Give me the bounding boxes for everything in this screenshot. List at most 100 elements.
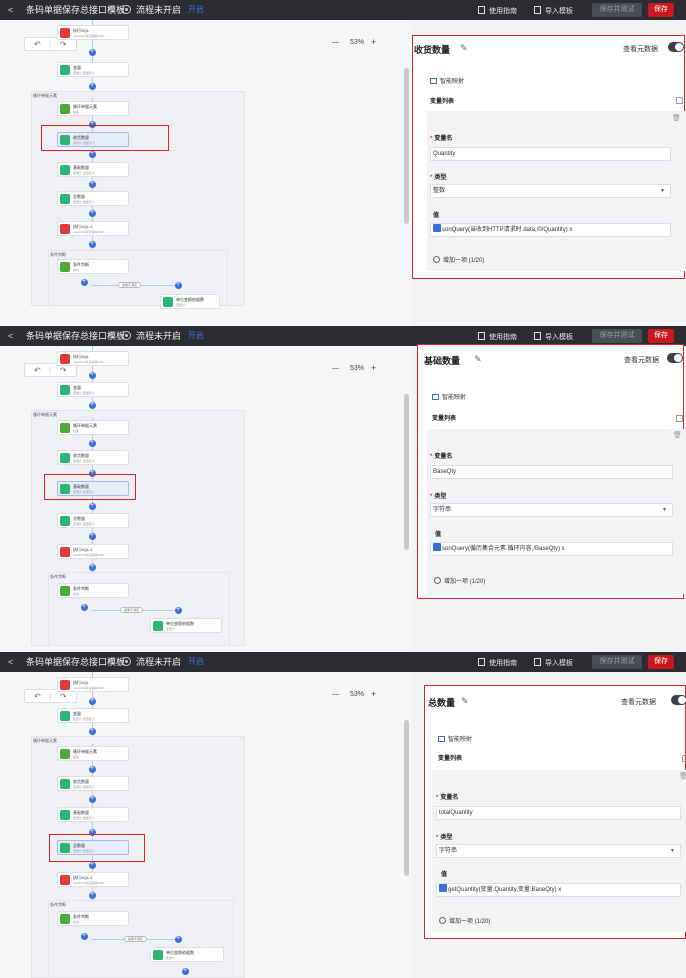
add-node-icon[interactable] <box>182 967 189 975</box>
add-node-icon[interactable] <box>89 371 96 379</box>
add-node-icon[interactable] <box>89 795 96 803</box>
zoom-out-button[interactable]: — <box>332 38 339 47</box>
flow-node[interactable]: 单位变换依据数 变量计 <box>150 618 222 633</box>
save-test-button[interactable]: 保存并测试 <box>592 655 642 669</box>
canvas-scrollbar[interactable] <box>404 720 409 876</box>
variable-name-input[interactable]: BaseQty <box>430 465 673 479</box>
trash-icon[interactable]: 🗑 <box>673 431 682 439</box>
collapse-icon[interactable] <box>676 415 683 422</box>
add-node-icon[interactable] <box>89 180 96 188</box>
add-node-icon[interactable] <box>81 932 88 940</box>
save-test-button[interactable]: 保存并测试 <box>592 329 642 343</box>
open-link[interactable]: 开启 <box>188 331 204 341</box>
redo-icon[interactable]: ↷ <box>60 40 67 49</box>
add-node-icon[interactable] <box>89 697 96 705</box>
trash-icon[interactable]: 🗑 <box>672 114 681 122</box>
pencil-icon[interactable]: ✎ <box>460 43 468 54</box>
flow-node[interactable]: 循环单据元素 结束 <box>57 746 129 761</box>
undo-icon[interactable]: ↶ <box>34 40 41 49</box>
flow-node[interactable]: 变量 变量计·变量定义 <box>57 62 129 77</box>
smart-mapping-button[interactable]: 智能映射 <box>432 392 466 401</box>
flow-node[interactable]: 总数量 变量计·变量定义 <box>57 513 129 528</box>
flow-canvas[interactable]: ↶ | ↷ — 53% + 执行SQLJsonPath对应编码SWF... 变量… <box>0 20 412 326</box>
zoom-in-button[interactable]: + <box>371 690 376 699</box>
flow-node[interactable]: 总数量 变量计·变量定义 <box>57 191 129 206</box>
open-link[interactable]: 开启 <box>188 5 204 15</box>
guide-button[interactable]: 使用指南 <box>478 658 517 668</box>
value-expression-input[interactable]: getQuantity(变量.Quantity,变量.BaseQty) x <box>436 883 681 897</box>
flow-node[interactable]: 单位变换依据数 变量计 <box>160 294 220 309</box>
canvas-scrollbar[interactable] <box>404 68 409 224</box>
flow-node[interactable]: 条件判断 成功 <box>57 911 129 926</box>
add-node-icon[interactable] <box>89 150 96 158</box>
add-node-icon[interactable] <box>89 532 96 540</box>
add-node-icon[interactable] <box>89 209 96 217</box>
flow-node[interactable]: 循环单据元素 结束 <box>57 101 129 116</box>
add-node-icon[interactable] <box>89 439 96 447</box>
flow-canvas[interactable]: ↶ | ↷ — 53% + 执行SQLJsonPath对应编码SWF... 变量… <box>0 672 412 978</box>
add-node-icon[interactable] <box>89 765 96 773</box>
collapse-icon[interactable] <box>676 97 683 104</box>
zoom-in-button[interactable]: + <box>371 364 376 373</box>
pencil-icon[interactable]: ✎ <box>108 657 115 666</box>
save-test-button[interactable]: 保存并测试 <box>592 3 642 17</box>
metadata-toggle[interactable] <box>668 42 684 52</box>
flow-node[interactable]: 变量 变量计·变量定义 <box>57 708 129 723</box>
add-node-icon[interactable] <box>175 281 182 289</box>
chevron-left-icon[interactable]: < <box>8 5 13 15</box>
flow-node[interactable]: 基础数量 变量计·变量定义 <box>57 807 129 822</box>
flow-node[interactable]: 执行SQL-1 JsonPath对应编码SWF... <box>57 544 129 559</box>
save-button[interactable]: 保存 <box>648 329 674 343</box>
canvas-scrollbar[interactable] <box>404 394 409 550</box>
type-select[interactable]: 字符串 ▼ <box>430 503 673 517</box>
add-node-icon[interactable] <box>89 861 96 869</box>
variable-name-input[interactable]: Quantity <box>430 147 671 161</box>
undo-icon[interactable]: ↶ <box>34 366 41 375</box>
open-link[interactable]: 开启 <box>188 657 204 667</box>
save-button[interactable]: 保存 <box>648 655 674 669</box>
pencil-icon[interactable]: ✎ <box>108 331 115 340</box>
flow-node[interactable]: 循环单据元素 结束 <box>57 420 129 435</box>
metadata-toggle[interactable] <box>671 695 686 705</box>
add-node-icon[interactable] <box>175 606 182 614</box>
value-expression-input[interactable]: sonQuery(循历集合元素.循环内容,/BaseQty) x <box>430 542 673 556</box>
metadata-toggle[interactable] <box>667 353 683 363</box>
flow-node[interactable]: 执行SQL-1 JsonPath对应编码SWF... <box>57 221 129 236</box>
flow-node[interactable]: 单位变换依据数 变量计 <box>150 947 224 962</box>
flow-node[interactable]: 变量 变量计·变量定义 <box>57 382 129 397</box>
pencil-icon[interactable]: ✎ <box>474 354 482 365</box>
flow-node[interactable]: 收货数量 变量计·变量定义 <box>57 776 129 791</box>
flow-node[interactable]: 执行SQL-1 JsonPath对应编码SWF... <box>57 872 129 887</box>
redo-icon[interactable]: ↷ <box>60 692 67 701</box>
zoom-in-button[interactable]: + <box>371 38 376 47</box>
add-node-icon[interactable] <box>89 48 96 56</box>
chevron-left-icon[interactable]: < <box>8 331 13 341</box>
add-item-button[interactable]: 增加一项 (1/20) <box>439 916 490 925</box>
pencil-icon[interactable]: ✎ <box>461 696 469 707</box>
flow-node[interactable]: 执行SQL JsonPath对应编码SWF... <box>57 677 129 692</box>
flow-node[interactable]: 条件判断 成功 <box>57 583 129 598</box>
flow-node[interactable]: 执行SQL JsonPath对应编码SWF... <box>57 351 129 366</box>
add-node-icon[interactable] <box>81 278 88 286</box>
add-node-icon[interactable] <box>89 563 96 571</box>
save-button[interactable]: 保存 <box>648 3 674 17</box>
add-item-button[interactable]: 增加一项 (1/20) <box>433 255 484 264</box>
guide-button[interactable]: 使用指南 <box>478 332 517 342</box>
value-expression-input[interactable]: sonQuery(当收到HTTP请求时.data,/0/Quantity) x <box>430 223 671 237</box>
add-node-icon[interactable] <box>89 502 96 510</box>
chevron-left-icon[interactable]: < <box>8 657 13 667</box>
smart-mapping-button[interactable]: 智能映射 <box>430 76 464 85</box>
pencil-icon[interactable]: ✎ <box>108 5 115 14</box>
zoom-out-button[interactable]: — <box>332 690 339 699</box>
variable-name-input[interactable]: totalQuantity <box>436 806 681 820</box>
import-template-button[interactable]: 导入模板 <box>534 6 573 16</box>
import-template-button[interactable]: 导入模板 <box>534 658 573 668</box>
import-template-button[interactable]: 导入模板 <box>534 332 573 342</box>
flow-canvas[interactable]: ↶ | ↷ — 53% + 执行SQLJsonPath对应编码SWF... 变量… <box>0 346 412 652</box>
redo-icon[interactable]: ↷ <box>60 366 67 375</box>
zoom-out-button[interactable]: — <box>332 364 339 373</box>
flow-node[interactable]: 执行SQL JsonPath对应编码SWF... <box>57 25 129 40</box>
type-select[interactable]: 字符串 ▼ <box>436 844 681 858</box>
trash-icon[interactable]: 🗑 <box>679 772 686 780</box>
flow-node[interactable]: 基础数量 变量计·变量定义 <box>57 162 129 177</box>
